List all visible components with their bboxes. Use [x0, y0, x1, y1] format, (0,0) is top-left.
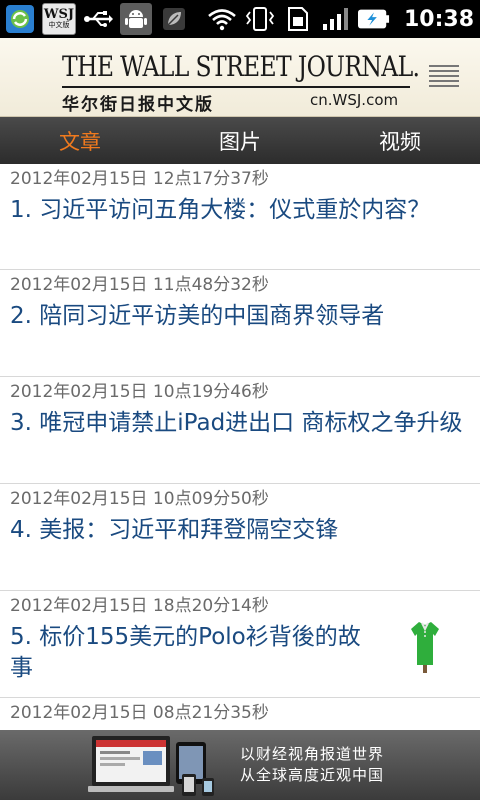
devices-image [88, 732, 218, 798]
ad-line-1: 以财经视角报道世界 [240, 745, 385, 763]
signal-icon [320, 3, 352, 35]
masthead-title: THE WALL STREET JOURNAL. [62, 50, 420, 83]
article-timestamp: 2012年02月15日 12点17分37秒 [10, 169, 269, 189]
article-timestamp: 2012年02月15日 10点19分46秒 [10, 382, 269, 402]
wifi-icon [206, 3, 238, 35]
article-item[interactable]: 2012年02月15日 12点17分37秒 1. 习近平访问五角大楼：仪式重於内… [0, 164, 480, 270]
usb-icon [82, 3, 114, 35]
menu-icon[interactable] [429, 65, 459, 89]
leaf-icon [158, 3, 190, 35]
ad-line-2: 从全球高度近观中国 [240, 766, 385, 784]
masthead-url: cn.WSJ.com [310, 91, 399, 109]
ad-text: 以财经视角报道世界 从全球高度近观中国 [240, 744, 384, 786]
vibrate-icon [244, 3, 276, 35]
wsj-badge-subtext: 中文版 [48, 21, 70, 29]
system-icons: 10:38 [206, 0, 474, 38]
status-bar: WSJ 中文版 10:38 [0, 0, 480, 38]
tab-photos[interactable]: 图片 [160, 117, 320, 164]
article-timestamp: 2012年02月15日 10点09分50秒 [10, 489, 269, 509]
article-timestamp: 2012年02月15日 11点48分32秒 [10, 275, 269, 295]
article-item[interactable]: 2012年02月15日 18点20分14秒 5. 标价155美元的Polo衫背後… [0, 591, 480, 698]
sim-icon [282, 3, 314, 35]
notification-icons: WSJ 中文版 [4, 3, 196, 35]
section-tabs: 文章 图片 视频 [0, 117, 480, 164]
article-item[interactable]: 2012年02月15日 10点09分50秒 4. 美报：习近平和拜登隔空交锋 [0, 484, 480, 591]
battery-charging-icon [357, 3, 390, 35]
article-title[interactable]: 1. 习近平访问五角大楼：仪式重於内容？ [10, 195, 470, 226]
tab-videos[interactable]: 视频 [320, 117, 480, 164]
article-title[interactable]: 5. 标价155美元的Polo衫背後的故事 [10, 622, 370, 684]
article-timestamp: 2012年02月15日 18点20分14秒 [10, 596, 269, 616]
masthead-divider [62, 86, 410, 88]
article-title[interactable]: 4. 美报：习近平和拜登隔空交锋 [10, 515, 470, 546]
ad-banner[interactable]: 以财经视角报道世界 从全球高度近观中国 [0, 730, 480, 800]
masthead: THE WALL STREET JOURNAL. 华尔街日报中文版 cn.WSJ… [0, 38, 480, 117]
article-title[interactable]: 3. 唯冠申请禁止iPad进出口 商标权之争升级 [10, 408, 470, 439]
tab-articles[interactable]: 文章 [0, 117, 160, 164]
article-item[interactable]: 2012年02月15日 10点19分46秒 3. 唯冠申请禁止iPad进出口 商… [0, 377, 480, 484]
wsj-badge-text: WSJ [43, 7, 75, 22]
sync-app-icon [4, 3, 36, 35]
masthead-subtitle: 华尔街日报中文版 [62, 95, 214, 115]
article-list: 2012年02月15日 12点17分37秒 1. 习近平访问五角大楼：仪式重於内… [0, 164, 480, 730]
article-timestamp: 2012年02月15日 08点21分35秒 [10, 703, 269, 723]
wsj-app-icon: WSJ 中文版 [42, 3, 76, 35]
green-polo-shirt-icon [408, 619, 442, 675]
article-title[interactable]: 2. 陪同习近平访美的中国商界领导者 [10, 301, 470, 332]
android-debug-icon [120, 3, 152, 35]
clock-time: 10:38 [403, 6, 474, 32]
article-item[interactable]: 2012年02月15日 11点48分32秒 2. 陪同习近平访美的中国商界领导者 [0, 270, 480, 377]
article-item[interactable]: 2012年02月15日 08点21分35秒 [0, 698, 480, 730]
